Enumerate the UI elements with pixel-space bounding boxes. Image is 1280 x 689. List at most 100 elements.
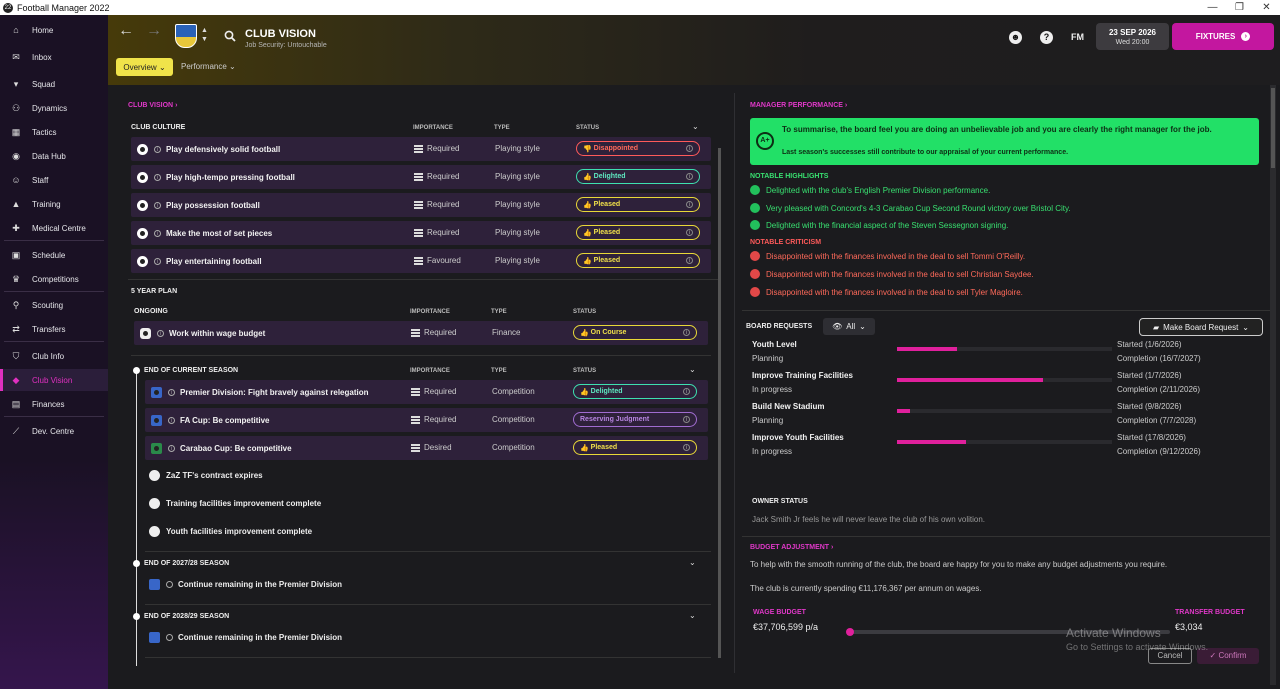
manager-performance-heading[interactable]: MANAGER PERFORMANCE › (750, 102, 847, 109)
status-badge[interactable]: Reserving Judgment i (573, 412, 697, 427)
sidebar-item-competitions[interactable]: ♛ Competitions (0, 268, 108, 290)
sidebar-item-data-hub[interactable]: ◉ Data Hub (0, 145, 108, 167)
sidebar-item-dev-centre[interactable]: ⟋ Dev. Centre (0, 420, 108, 442)
col-importance: IMPORTANCE (410, 309, 450, 315)
sidebar-item-label: Club Vision (32, 375, 73, 385)
back-arrow-icon[interactable]: ← (118, 22, 134, 40)
performance-summary: To summarise, the board feel you are doi… (782, 125, 1212, 134)
info-icon: i (683, 444, 690, 451)
tactics-icon: ▦ (11, 126, 21, 137)
sidebar-item-schedule[interactable]: ▣ Schedule (0, 244, 108, 266)
collapse-chevron-icon[interactable]: ⌄ (689, 611, 696, 620)
status-badge[interactable]: 👍 Delighted i (576, 169, 700, 184)
info-icon[interactable]: i (157, 329, 164, 337)
info-icon[interactable]: i (168, 388, 175, 396)
sidebar-item-transfers[interactable]: ⇄ Transfers (0, 318, 108, 340)
status-badge[interactable]: 👍 Pleased i (576, 253, 700, 268)
calendar-icon: ▣ (11, 249, 21, 260)
sidebar-item-staff[interactable]: ☺ Staff (0, 169, 108, 191)
importance-icon (411, 443, 420, 452)
staff-icon: ☺ (11, 175, 21, 185)
forward-arrow-icon[interactable]: → (146, 22, 162, 40)
sidebar-item-home[interactable]: ⌂ Home (0, 19, 108, 41)
scrollbar-thumb[interactable] (1271, 88, 1275, 168)
sidebar-item-finances[interactable]: ▤ Finances (0, 393, 108, 415)
sidebar-item-label: Dynamics (32, 103, 68, 113)
board-request-row[interactable]: Youth Level Planning Started (1/6/2026) … (752, 340, 1262, 371)
left-panel-scrollbar[interactable] (718, 148, 721, 658)
sidebar-item-club-info[interactable]: ⛉ Club Info (0, 345, 108, 367)
info-icon[interactable]: i (154, 201, 161, 209)
thumbs-up-icon: 👍 (580, 329, 589, 337)
criticism-item: Disappointed with the finances involved … (750, 251, 1025, 261)
tab-overview[interactable]: Overview ⌄ (116, 58, 173, 76)
minimize-button[interactable]: — (1199, 0, 1226, 15)
highlight-item: Delighted with the financial aspect of t… (750, 220, 1008, 230)
sidebar-item-scouting[interactable]: ⚲ Scouting (0, 294, 108, 316)
skull-icon[interactable]: ☻ (1009, 31, 1022, 44)
collapse-chevron-icon[interactable]: ⌄ (692, 122, 699, 131)
sidebar-item-dynamics[interactable]: ⚇ Dynamics (0, 97, 108, 119)
sidebar-item-medical-centre[interactable]: ✚ Medical Centre (0, 217, 108, 239)
search-icon[interactable] (224, 30, 236, 42)
slider-handle[interactable] (846, 628, 854, 636)
transfer-budget-label: TRANSFER BUDGET (1175, 609, 1245, 616)
board-request-row[interactable]: Build New Stadium Planning Started (9/8/… (752, 402, 1262, 433)
type-cell: Finance (492, 328, 521, 337)
status-badge[interactable]: 👎 Disappointed i (576, 141, 700, 156)
event-row: Training facilities improvement complete (149, 498, 321, 509)
sidebar-item-label: Transfers (32, 324, 66, 334)
sidebar-item-label: Competitions (32, 274, 79, 284)
objective-row[interactable]: Continue remaining in the Premier Divisi… (149, 632, 342, 643)
club-switch-chevron-icon[interactable]: ▲ ▼ (201, 26, 208, 44)
status-badge[interactable]: 👍 Pleased i (573, 440, 697, 455)
info-icon[interactable]: i (154, 257, 161, 265)
info-icon[interactable]: i (154, 173, 161, 181)
objective-label: Carabao Cup: Be competitive (180, 443, 292, 453)
tab-performance[interactable]: Performance ⌄ (181, 62, 236, 71)
sidebar-item-club-vision[interactable]: ◆ Club Vision (0, 369, 108, 391)
status-badge[interactable]: 👍 Delighted i (573, 384, 697, 399)
status-badge[interactable]: 👍 Pleased i (576, 197, 700, 212)
info-icon: i (686, 201, 693, 208)
collapse-chevron-icon[interactable]: ⌄ (689, 558, 696, 567)
club-crest-icon[interactable] (175, 24, 197, 48)
request-progress-bar (897, 378, 1112, 382)
budget-adjustment-heading[interactable]: BUDGET ADJUSTMENT › (750, 544, 833, 551)
sidebar-item-inbox[interactable]: ✉ Inbox (0, 46, 108, 68)
board-request-row[interactable]: Improve Training Facilities In progress … (752, 371, 1262, 402)
type-cell: Competition (492, 415, 535, 424)
importance-cell: Required (411, 328, 456, 337)
divider (128, 279, 718, 280)
sidebar-item-squad[interactable]: ▾ Squad (0, 73, 108, 95)
wage-spend-text: The club is currently spending €11,176,3… (750, 584, 982, 593)
help-icon[interactable]: ? (1040, 31, 1053, 44)
info-icon[interactable]: i (154, 229, 161, 237)
fixtures-button[interactable]: FIXTURES › (1172, 23, 1274, 50)
status-badge[interactable]: 👍 On Course i (573, 325, 697, 340)
sidebar-item-training[interactable]: ▲ Training (0, 193, 108, 215)
info-icon[interactable]: i (168, 416, 175, 424)
date-display[interactable]: 23 SEP 2026 Wed 20:00 (1096, 23, 1169, 50)
info-icon[interactable]: i (168, 444, 175, 452)
request-state: Planning (752, 416, 784, 425)
close-button[interactable]: ✕ (1253, 0, 1280, 15)
make-board-request-button[interactable]: ▰ Make Board Request ⌄ (1139, 318, 1263, 336)
arrow-right-icon: › (1241, 32, 1251, 41)
objective-row[interactable]: Continue remaining in the Premier Divisi… (149, 579, 342, 590)
sidebar-item-tactics[interactable]: ▦ Tactics (0, 121, 108, 143)
status-badge[interactable]: 👍 Pleased i (576, 225, 700, 240)
board-request-row[interactable]: Improve Youth Facilities In progress Sta… (752, 433, 1262, 464)
collapse-chevron-icon[interactable]: ⌄ (689, 365, 696, 374)
dynamics-icon: ⚇ (11, 102, 21, 113)
page-scrollbar[interactable] (1270, 85, 1276, 685)
club-vision-heading[interactable]: CLUB VISION › (128, 102, 177, 109)
window-titlebar: 22 Football Manager 2022 — ❐ ✕ (0, 0, 1280, 15)
page-title: CLUB VISION (245, 28, 316, 40)
maximize-button[interactable]: ❐ (1226, 0, 1253, 15)
importance-icon (414, 256, 423, 265)
request-filter-dropdown[interactable]: 👁 All ⌄ (823, 318, 875, 335)
sidebar-divider (4, 416, 104, 417)
fm-menu-button[interactable]: FM (1071, 32, 1084, 42)
info-icon[interactable]: i (154, 145, 161, 153)
